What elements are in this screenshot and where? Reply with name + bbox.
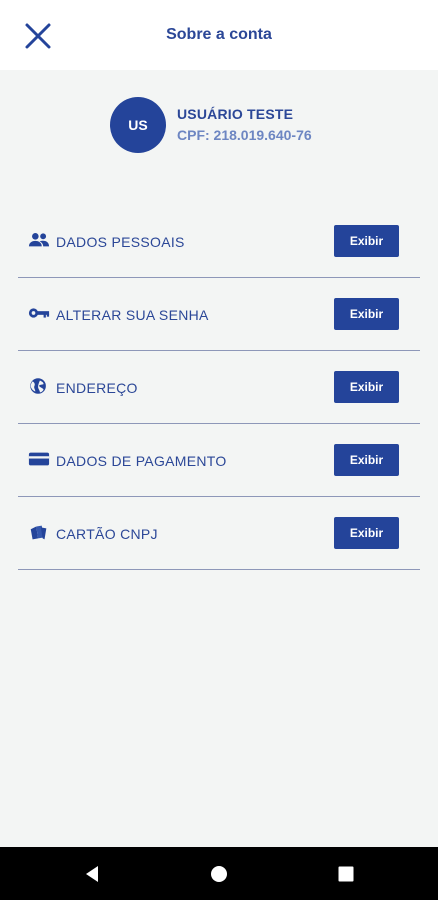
user-cpf: CPF: 218.019.640-76 [177,127,312,143]
menu-row-dados-pessoais: DADOS PESSOAIS Exibir [18,205,420,278]
account-menu: DADOS PESSOAIS Exibir ALTERAR SUA SENHA … [18,205,420,570]
exibir-button-cartao-cnpj[interactable]: Exibir [334,517,399,549]
menu-row-cartao-cnpj: CARTÃO CNPJ Exibir [18,497,420,570]
menu-label: DADOS PESSOAIS [56,234,185,250]
page-title: Sobre a conta [166,26,272,43]
avatar: US [110,97,166,153]
exibir-button-dados-pagamento[interactable]: Exibir [334,444,399,476]
menu-row-dados-pagamento: DADOS DE PAGAMENTO Exibir [18,424,420,497]
home-icon[interactable] [208,863,230,885]
menu-label: ALTERAR SUA SENHA [56,307,209,323]
key-icon [28,308,50,318]
exibir-button-endereco[interactable]: Exibir [334,371,399,403]
globe-icon [30,378,46,394]
user-name: USUÁRIO TESTE [177,106,294,122]
recents-icon[interactable] [335,863,357,885]
menu-row-endereco: ENDEREÇO Exibir [18,351,420,424]
menu-label: DADOS DE PAGAMENTO [56,453,227,469]
menu-label: ENDEREÇO [56,380,138,396]
credit-card-icon [28,452,50,466]
cards-icon [30,525,47,540]
menu-row-alterar-senha: ALTERAR SUA SENHA Exibir [18,278,420,351]
people-icon [28,233,50,247]
app-header: Sobre a conta [0,0,438,70]
back-icon[interactable] [81,863,103,885]
menu-label: CARTÃO CNPJ [56,526,158,542]
exibir-button-alterar-senha[interactable]: Exibir [334,298,399,330]
system-navbar [0,847,438,900]
exibir-button-dados-pessoais[interactable]: Exibir [334,225,399,257]
